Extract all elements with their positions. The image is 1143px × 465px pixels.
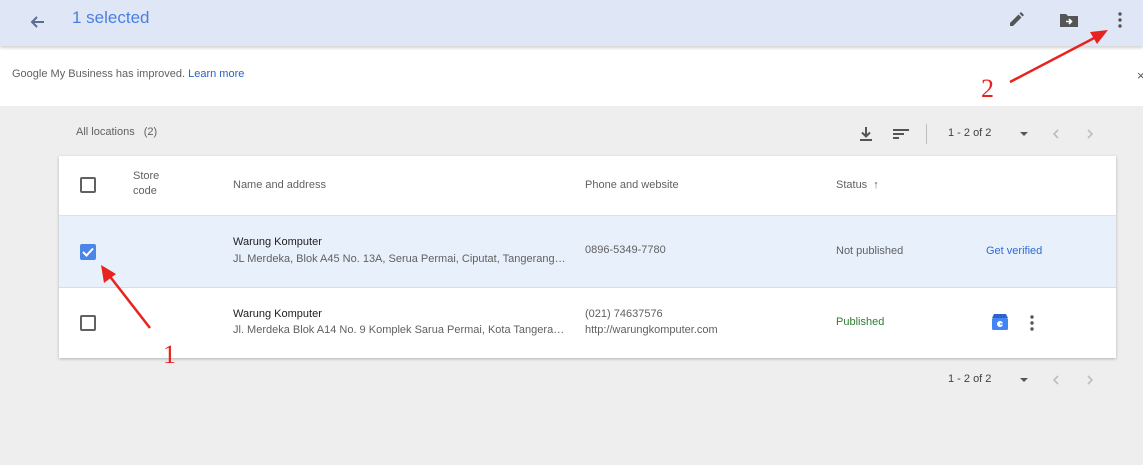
- folder-move-icon: [1060, 14, 1078, 27]
- checkmark-icon: [82, 247, 94, 257]
- pagination-top: 1 - 2 of 2: [948, 124, 1098, 144]
- chevron-right-icon: [1087, 375, 1094, 385]
- locations-count: (2): [143, 126, 158, 138]
- location-phone: (021) 74637576: [585, 308, 663, 320]
- close-icon[interactable]: ×: [1137, 68, 1143, 83]
- next-page-button[interactable]: [1084, 125, 1096, 143]
- phone-website-header[interactable]: Phone and website: [585, 178, 679, 193]
- location-address: JL Merdeka, Blok A45 No. 13A, Serua Perm…: [233, 253, 567, 265]
- select-all-checkbox[interactable]: [80, 177, 96, 193]
- previous-page-button[interactable]: [1050, 125, 1062, 143]
- location-name: Warung Komputer: [233, 236, 322, 248]
- locations-header: All locations (2): [76, 126, 157, 138]
- page-size-dropdown[interactable]: [1016, 370, 1032, 390]
- arrow-left-icon: [30, 16, 44, 28]
- banner-message: Google My Business has improved.: [12, 68, 186, 80]
- location-status: Not published: [836, 245, 904, 257]
- locations-title: All locations: [76, 126, 135, 138]
- row-more-button[interactable]: [1025, 313, 1039, 333]
- info-banner: Google My Business has improved. Learn m…: [0, 46, 1143, 106]
- store-code-header[interactable]: Store code: [133, 169, 183, 199]
- locations-table: Store code Name and address Phone and we…: [59, 156, 1116, 358]
- sort-icon: [893, 129, 909, 139]
- back-button[interactable]: [24, 8, 52, 36]
- pager-range: 1 - 2 of 2: [948, 127, 992, 139]
- location-name: Warung Komputer: [233, 308, 322, 320]
- google-my-business-icon[interactable]: [990, 312, 1010, 332]
- learn-more-link[interactable]: Learn more: [188, 68, 244, 80]
- more-options-button[interactable]: [1105, 7, 1135, 33]
- edit-button[interactable]: [1001, 7, 1031, 33]
- location-status: Published: [836, 316, 885, 328]
- get-verified-link[interactable]: Get verified: [986, 243, 1042, 259]
- move-to-group-button[interactable]: [1054, 7, 1084, 33]
- previous-page-button[interactable]: [1050, 371, 1062, 389]
- sort-ascending-icon: ↑: [873, 179, 879, 191]
- row-checkbox[interactable]: [80, 315, 96, 331]
- table-header-row: Store code Name and address Phone and we…: [59, 156, 1116, 216]
- annotation-label-2: 2: [981, 74, 994, 103]
- caret-down-icon: [1020, 378, 1028, 382]
- edit-icon: [1010, 12, 1024, 26]
- name-address-header[interactable]: Name and address: [233, 178, 326, 193]
- next-page-button[interactable]: [1084, 371, 1096, 389]
- more-vert-icon: [1118, 12, 1122, 28]
- annotation-label-1: 1: [163, 340, 176, 369]
- selection-toolbar: 1 selected: [0, 0, 1143, 46]
- pagination-bottom: 1 - 2 of 2: [948, 370, 1098, 390]
- location-website[interactable]: http://warungkomputer.com: [585, 322, 718, 338]
- page-size-dropdown[interactable]: [1016, 124, 1032, 144]
- storefront-icon: [992, 314, 1008, 330]
- table-row[interactable]: Warung Komputer JL Merdeka, Blok A45 No.…: [59, 216, 1116, 288]
- download-icon: [860, 127, 872, 141]
- status-header-label: Status: [836, 179, 868, 191]
- table-row[interactable]: Warung Komputer Jl. Merdeka Blok A14 No.…: [59, 288, 1116, 358]
- location-address: Jl. Merdeka Blok A14 No. 9 Komplek Sarua…: [233, 324, 567, 336]
- chevron-left-icon: [1052, 375, 1059, 385]
- location-phone: 0896-5349-7780: [585, 244, 666, 256]
- caret-down-icon: [1020, 132, 1028, 136]
- chevron-right-icon: [1087, 129, 1094, 139]
- more-vert-icon: [1030, 315, 1034, 331]
- status-header[interactable]: Status ↑: [836, 178, 879, 193]
- pager-range: 1 - 2 of 2: [948, 373, 992, 385]
- sort-button[interactable]: [891, 124, 911, 144]
- download-button[interactable]: [856, 124, 876, 144]
- selection-count: 1 selected: [72, 8, 150, 27]
- row-checkbox[interactable]: [80, 244, 96, 260]
- chevron-left-icon: [1052, 129, 1059, 139]
- toolbar-divider: [926, 124, 927, 144]
